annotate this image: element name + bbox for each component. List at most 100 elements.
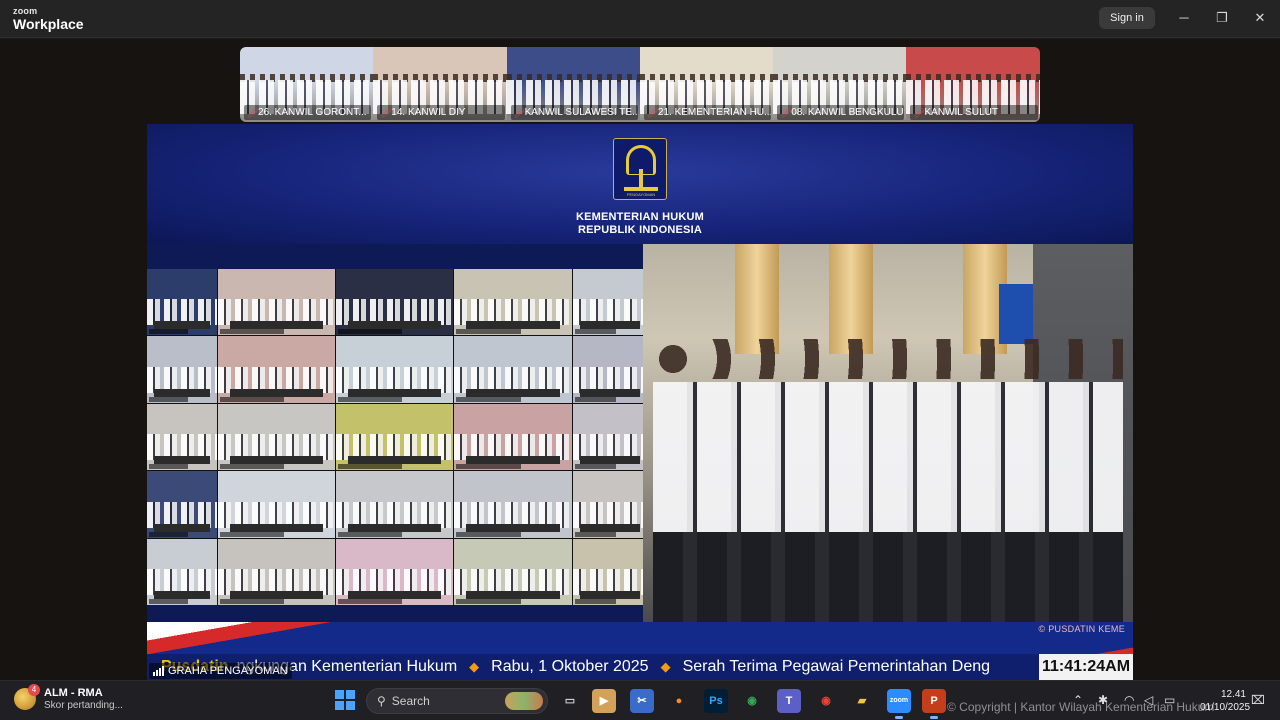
gallery-cell	[336, 471, 453, 538]
windows-taskbar: 4 ALM - RMA Skor pertanding... ⚲ Search …	[0, 680, 1280, 720]
photoshop-icon[interactable]: Ps	[704, 689, 728, 713]
gallery-cell	[573, 471, 647, 538]
powerpoint-icon[interactable]: P	[922, 689, 946, 719]
org-country: REPUBLIK INDONESIA	[578, 224, 702, 236]
bluetooth-icon[interactable]: ✱	[1098, 693, 1108, 707]
gallery-cell	[336, 269, 453, 336]
gallery-cell	[218, 269, 335, 336]
ticker-clock: 11:41:24AM	[1039, 654, 1133, 680]
participant-tile[interactable]: 🎤︎ KANWIL SULUT	[906, 47, 1040, 122]
sign-in-button[interactable]: Sign in	[1099, 7, 1155, 29]
zoom-icon[interactable]: zoom	[887, 689, 911, 719]
gallery-cell	[147, 403, 217, 471]
chevron-up-icon[interactable]: ⌃	[1073, 693, 1083, 707]
search-highlight-icon	[505, 692, 543, 710]
gallery-cell	[147, 336, 217, 403]
zoom-logo: zoom Workplace	[13, 7, 84, 32]
clock-time: 12.41	[1220, 689, 1246, 700]
active-speaker-label: GRAHA PENGAYOMAN	[149, 663, 292, 679]
pengayoman-logo: PENGAYOMAN	[613, 138, 667, 200]
firefox-icon[interactable]: ●	[667, 689, 691, 713]
participant-strip: 🎤︎ 26. KANWIL GORONT... 🎤︎ 14. KANWIL DIY …	[240, 47, 1040, 122]
gallery-cell	[454, 403, 572, 471]
chrome-profile-icon[interactable]: ◉	[740, 689, 764, 713]
minimize-icon[interactable]: ─	[1174, 9, 1194, 27]
gallery-cell	[573, 538, 647, 605]
battery-icon[interactable]: ▭	[1164, 693, 1175, 707]
mic-muted-icon: 🎤︎	[913, 107, 925, 118]
shared-video[interactable]: PENGAYOMAN KEMENTERIAN HUKUM REPUBLIK IN…	[147, 124, 1133, 680]
gallery-cell	[218, 336, 335, 403]
title-bar: zoom Workplace Sign in ─ ❐ ✕	[0, 0, 1280, 38]
snipping-tool-icon[interactable]: ✂	[630, 689, 654, 713]
gallery-cell	[336, 538, 453, 605]
diamond-icon: ◆	[469, 659, 480, 674]
search-placeholder: Search	[391, 694, 430, 708]
gallery-cell	[218, 538, 335, 605]
volume-icon[interactable]: ◁	[1144, 693, 1153, 707]
gallery-cell	[147, 269, 217, 336]
gallery-cell	[336, 403, 453, 471]
news-widget[interactable]: 4 ALM - RMA Skor pertanding...	[14, 684, 123, 711]
close-icon[interactable]: ✕	[1250, 9, 1270, 27]
gallery-cell	[336, 336, 453, 403]
gallery-cell	[573, 336, 647, 403]
participant-tile[interactable]: 🎤︎ 21. KEMENTERIAN HU...	[639, 47, 774, 122]
gallery-cell	[454, 269, 572, 336]
task-view-icon[interactable]: ▭	[558, 689, 582, 713]
gallery-cell	[147, 538, 217, 605]
participant-tile[interactable]: 🎤︎ 08. KANWIL BENGKULU	[773, 47, 907, 122]
notification-badge: 4	[28, 684, 40, 696]
participant-name: KANWIL SULUT	[924, 107, 999, 118]
gallery-mosaic	[147, 269, 647, 605]
participant-tile[interactable]: 🎤︎ 14. KANWIL DIY	[373, 47, 507, 122]
mic-muted-icon: 🎤︎	[247, 107, 259, 118]
mic-muted-icon: 🎤︎	[513, 107, 526, 118]
gallery-cell	[147, 471, 217, 538]
participant-name: 08. KANWIL BENGKULU	[791, 107, 904, 118]
teams-icon[interactable]: T	[777, 689, 801, 713]
participant-name: 14. KANWIL DIY	[391, 107, 466, 118]
org-name: KEMENTERIAN HUKUM	[575, 211, 705, 223]
participant-name-tag: 🎤︎ 21. KEMENTERIAN HU...	[643, 105, 772, 120]
sports-icon: 4	[14, 684, 40, 710]
copyright-overlay: © PUSDATIN KEME	[1038, 624, 1125, 634]
participant-name: 21. KEMENTERIAN HU...	[657, 107, 772, 118]
participant-name-tag: 🎤︎ 26. KANWIL GORONT...	[244, 105, 372, 120]
participant-name: KANWIL SULAWESI TE...	[524, 107, 638, 118]
participant-tile[interactable]: 🎤︎ KANWIL SULAWESI TE...	[506, 47, 640, 122]
wifi-icon[interactable]: ◠	[1124, 693, 1134, 707]
participant-tile[interactable]: 🎤︎ 26. KANWIL GORONT...	[240, 47, 374, 122]
chrome-icon[interactable]: ◉	[814, 689, 838, 713]
gallery-cell	[454, 538, 572, 605]
signal-bars-icon	[153, 666, 164, 676]
news-title: ALM - RMA	[44, 687, 103, 699]
logo-caption: PENGAYOMAN	[626, 192, 656, 197]
mic-muted-icon: 🎤︎	[646, 107, 659, 118]
speaker-name: GRAHA PENGAYOMAN	[168, 665, 288, 677]
participant-name-tag: 🎤︎ 14. KANWIL DIY	[377, 105, 505, 120]
participant-name: 26. KANWIL GORONT...	[258, 107, 367, 118]
meeting-stage: 🎤︎ 26. KANWIL GORONT... 🎤︎ 14. KANWIL DIY …	[0, 39, 1280, 680]
system-clock[interactable]: 12.41 01/10/2025	[1200, 688, 1251, 714]
participant-name-tag: 🎤︎ KANWIL SULUT	[910, 105, 1038, 120]
diamond-icon: ◆	[660, 659, 671, 674]
news-subtitle: Skor pertanding...	[44, 700, 123, 711]
ticker-segment: Rabu, 1 Oktober 2025	[491, 658, 649, 675]
gallery-cell	[573, 403, 647, 471]
restore-icon[interactable]: ❐	[1212, 9, 1232, 27]
mic-muted-icon: 🎤︎	[780, 107, 792, 118]
participant-name-tag: 🎤︎ 08. KANWIL BENGKULU	[777, 105, 905, 120]
clock-date: 01/10/2025	[1200, 702, 1251, 713]
gallery-cell	[573, 269, 647, 336]
media-player-icon[interactable]: ▶	[592, 689, 616, 713]
file-explorer-icon[interactable]: ▰	[850, 689, 874, 713]
ticker-segment: Serah Terima Pegawai Pemerintahan Deng	[682, 658, 991, 675]
mic-muted-icon: 🎤︎	[380, 107, 392, 118]
ceremony-hall-video	[643, 244, 1133, 622]
gallery-cell	[454, 336, 572, 403]
taskbar-search[interactable]: ⚲ Search	[366, 688, 548, 714]
windows-start-icon[interactable]	[335, 690, 355, 710]
notification-icon[interactable]: ⌧	[1251, 693, 1265, 707]
gallery-cell	[218, 471, 335, 538]
